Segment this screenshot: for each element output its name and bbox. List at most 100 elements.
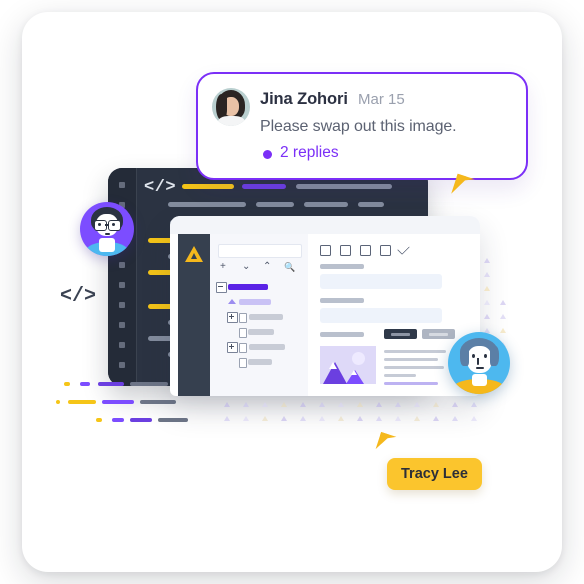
code-line [296, 184, 392, 189]
purple-user-avatar[interactable] [80, 202, 134, 256]
body-text-line [384, 358, 438, 361]
pattern-triangle [319, 402, 325, 407]
code-gutter [108, 168, 136, 386]
search-icon[interactable]: 🔍 [284, 262, 295, 272]
plus-icon[interactable]: + [220, 262, 226, 272]
primary-button-label [391, 332, 410, 336]
chevron-down-icon[interactable]: ⌄ [242, 262, 250, 272]
blue-user-avatar[interactable] [448, 332, 510, 394]
tree-item-label[interactable] [248, 329, 274, 335]
pattern-triangle [500, 314, 506, 319]
code-symbol: </> [144, 178, 177, 197]
code-brackets-icon: </> [60, 285, 97, 308]
pattern-triangle [452, 416, 458, 421]
code-line [256, 202, 294, 207]
decorative-dash [80, 382, 90, 386]
body-text-line [384, 366, 444, 369]
avatar-eye [484, 354, 487, 358]
home-icon[interactable] [228, 299, 236, 304]
avatar-nose [477, 358, 479, 365]
copy-icon[interactable] [360, 245, 371, 256]
replies-link[interactable]: 2 replies [280, 144, 339, 162]
pattern-triangle [433, 416, 439, 421]
avatar-eye [472, 354, 475, 358]
pattern-triangle [357, 402, 363, 407]
avatar-eye [98, 223, 101, 226]
pattern-triangle [452, 402, 458, 407]
pattern-triangle [300, 402, 306, 407]
avatar-collar [472, 374, 487, 386]
file-icon[interactable] [239, 343, 247, 353]
app-sidebar-rail [178, 234, 210, 396]
pattern-triangle [300, 416, 306, 421]
save-icon[interactable] [320, 245, 331, 256]
pattern-triangle [224, 416, 230, 421]
avatar [212, 88, 250, 126]
gutter-dot [119, 282, 125, 288]
gutter-dot [119, 322, 125, 328]
file-icon[interactable] [239, 313, 247, 323]
text-field[interactable] [320, 274, 442, 289]
lock-icon[interactable] [380, 245, 391, 256]
body-link-line[interactable] [384, 382, 438, 385]
pattern-triangle [414, 416, 420, 421]
pattern-triangle [376, 416, 382, 421]
decorative-dash [140, 400, 176, 404]
pattern-triangle [243, 402, 249, 407]
pattern-triangle [262, 416, 268, 421]
gutter-divider [136, 168, 137, 386]
pattern-triangle [338, 402, 344, 407]
collaborator-name-tag[interactable]: Tracy Lee [387, 458, 482, 490]
pattern-triangle [484, 258, 490, 263]
file-icon[interactable] [239, 328, 247, 338]
app-titlebar [170, 216, 480, 234]
sun-shape [352, 352, 365, 365]
code-line [304, 202, 348, 207]
pattern-triangle [243, 416, 249, 421]
tree-expand-toggle[interactable] [227, 312, 238, 323]
avatar-collar [99, 238, 115, 252]
pattern-triangle [357, 416, 363, 421]
decorative-dash [68, 400, 96, 404]
check-icon[interactable] [397, 242, 410, 255]
mountain-peak-snow [329, 362, 337, 369]
tree-collapse-toggle[interactable] [216, 282, 227, 293]
yellow-cursor-bottom [375, 431, 397, 455]
pattern-triangle [395, 416, 401, 421]
pattern-triangle [500, 300, 506, 305]
pattern-triangle [484, 314, 490, 319]
tree-item-label[interactable] [228, 284, 268, 290]
search-input[interactable] [218, 244, 302, 258]
tree-expand-toggle[interactable] [227, 342, 238, 353]
decorative-dash [158, 418, 188, 422]
file-tree-panel[interactable]: + ⌄ ⌃ 🔍 [210, 234, 308, 396]
comment-date: Mar 15 [358, 91, 405, 108]
code-line [242, 184, 286, 189]
code-line [182, 184, 234, 189]
pattern-triangle [281, 416, 287, 421]
tree-item-label[interactable] [249, 344, 285, 350]
tree-item-label[interactable] [239, 299, 271, 305]
file-icon[interactable] [239, 358, 247, 368]
gutter-dot [119, 182, 125, 188]
body-text-line [384, 374, 416, 377]
field-label [320, 332, 364, 337]
secondary-button-label [429, 332, 448, 336]
mountain-image-placeholder[interactable] [320, 346, 376, 384]
chevron-up-icon[interactable]: ⌃ [263, 262, 271, 272]
illustration-stage: </> </> + ⌄ ⌃ 🔍 Jina Zohori Mar 15 Pleas… [0, 0, 584, 584]
gutter-dot [119, 262, 125, 268]
avatar-shirt [218, 116, 245, 126]
app-window[interactable]: + ⌄ ⌃ 🔍 [170, 216, 480, 396]
gutter-dot [119, 342, 125, 348]
tree-item-label[interactable] [248, 359, 272, 365]
field-label [320, 264, 364, 269]
pattern-triangle [224, 402, 230, 407]
table-icon[interactable] [340, 245, 351, 256]
comment-card[interactable]: Jina Zohori Mar 15 Please swap out this … [196, 72, 528, 180]
decorative-dash [130, 382, 168, 386]
tree-item-label[interactable] [249, 314, 283, 320]
comment-message: Please swap out this image. [260, 118, 457, 135]
text-field[interactable] [320, 308, 442, 323]
avatar-sideburn [490, 346, 499, 366]
